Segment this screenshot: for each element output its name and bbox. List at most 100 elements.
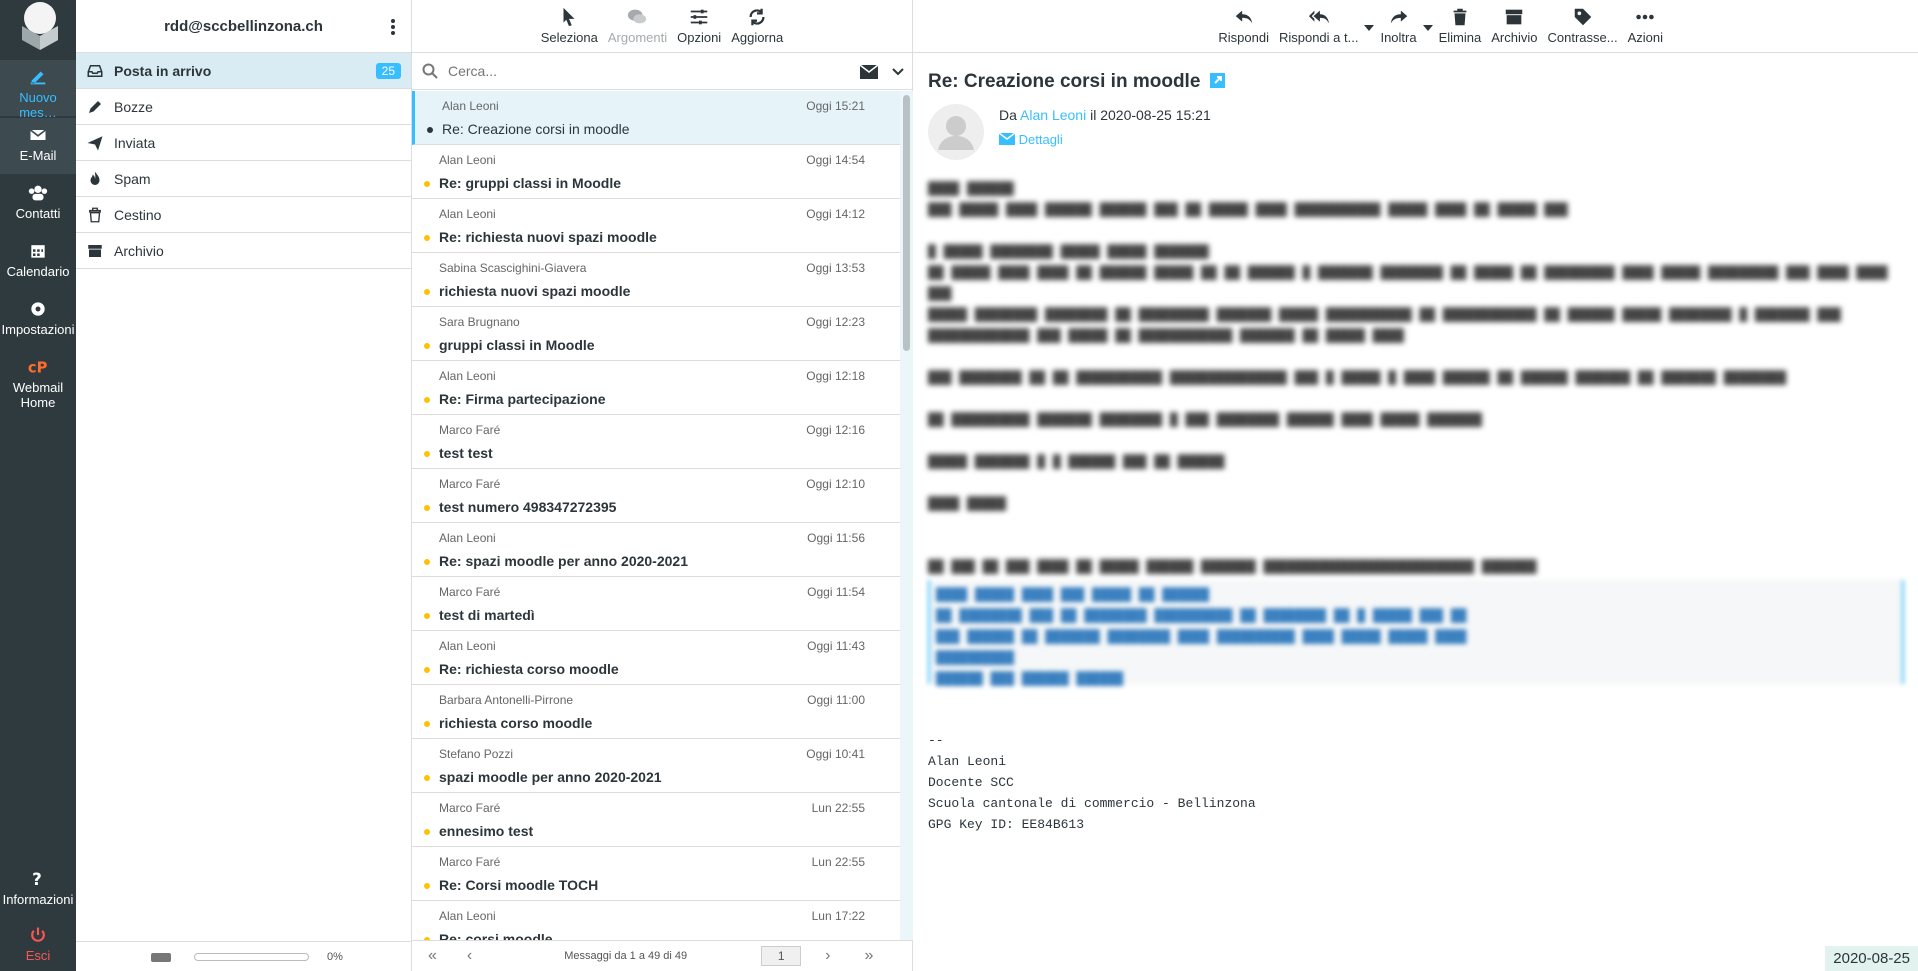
message-subject: Re: Corsi moodle TOCH [439, 877, 599, 893]
message-date: Oggi 15:21 [806, 99, 865, 113]
unread-dot-icon [427, 127, 433, 133]
options-button[interactable]: Opzioni [672, 0, 726, 53]
nav-contacts[interactable]: Contatti [0, 176, 76, 232]
message-sender: Sara Brugnano [439, 315, 520, 329]
forward-icon [1390, 10, 1407, 24]
reply-button[interactable]: Rispondi [1213, 0, 1274, 53]
message-date: Lun 22:55 [811, 855, 865, 869]
account-name: rdd@sccbellinzona.ch [164, 17, 323, 35]
archive-button[interactable]: Archivio [1486, 0, 1542, 53]
message-sender: Alan Leoni [439, 207, 496, 221]
prev-page-icon[interactable]: ‹ [467, 947, 472, 965]
message-row[interactable]: Marco Faré Oggi 11:54 test di martedì [412, 577, 900, 631]
folder-pane: rdd@sccbellinzona.ch Posta in arrivo 25 … [76, 0, 412, 971]
first-page-icon[interactable]: « [428, 947, 437, 965]
nav-settings[interactable]: Impostazioni [0, 292, 76, 348]
message-row[interactable]: Alan Leoni Oggi 14:54 Re: gruppi classi in… [412, 145, 900, 199]
nav-calendar[interactable]: Calendario [0, 234, 76, 290]
message-row[interactable]: Alan Leoni Oggi 15:21 Re: Creazione corsi … [412, 91, 900, 145]
message-sender: Alan Leoni [439, 639, 496, 653]
details-toggle[interactable]: Dettagli [998, 132, 1063, 147]
folder-label: Posta in arrivo [114, 62, 212, 79]
sender-link[interactable]: Alan Leoni [1020, 107, 1086, 123]
nav-mail[interactable]: E-Mail [0, 118, 76, 174]
unread-dot-icon [424, 613, 430, 619]
more-actions-button[interactable]: Azioni [1623, 0, 1668, 53]
unread-dot-icon [424, 829, 430, 835]
message-subject: Re: richiesta corso moodle [439, 661, 619, 677]
forward-label: Inoltra [1380, 30, 1417, 45]
power-icon [31, 927, 45, 942]
message-subject: test numero 498347272395 [439, 499, 617, 515]
unread-dot-icon [424, 721, 430, 727]
message-row[interactable]: Marco Faré Lun 22:55 ennesimo test [412, 793, 900, 847]
archive-icon [88, 244, 102, 257]
message-row[interactable]: Alan Leoni Oggi 14:12 Re: richiesta nuovi … [412, 199, 900, 253]
forward-button[interactable]: Inoltra [1375, 0, 1421, 53]
last-page-icon[interactable]: » [864, 947, 873, 965]
reply-all-dropdown[interactable] [1363, 0, 1375, 53]
user-silhouette-icon [938, 116, 974, 150]
refresh-button[interactable]: Aggiorna [726, 0, 788, 53]
caret-down-icon [1364, 25, 1375, 31]
message-sender: Marco Faré [439, 477, 501, 491]
message-date: Oggi 12:23 [806, 315, 865, 329]
folder-inbox[interactable]: Posta in arrivo 25 [76, 53, 411, 89]
search-input[interactable] [448, 63, 828, 79]
message-subject: Re: spazi moodle per anno 2020-2021 [439, 553, 688, 569]
message-row[interactable]: Alan Leoni Oggi 11:56 Re: spazi moodle per… [412, 523, 900, 577]
cpanel-icon: cP [28, 360, 48, 377]
message-row[interactable]: Marco Faré Oggi 12:16 test test [412, 415, 900, 469]
message-row[interactable]: Marco Faré Oggi 12:10 test numero 49834727… [412, 469, 900, 523]
folder-archive[interactable]: Archivio [76, 233, 411, 269]
quota-meter [194, 952, 309, 961]
logout-button[interactable]: Esci [0, 918, 76, 971]
folder-sent[interactable]: Inviata [76, 125, 411, 161]
message-row[interactable]: Alan Leoni Oggi 12:18 Re: Firma partecipaz… [412, 361, 900, 415]
message-toolbar: Rispondi Rispondi a t... Inoltra Elimina… [913, 0, 1918, 53]
message-row[interactable]: Alan Leoni Oggi 11:43 Re: richiesta corso … [412, 631, 900, 685]
nav-about[interactable]: ? Informazioni [0, 862, 76, 918]
forward-dropdown[interactable] [1422, 0, 1434, 53]
scrollbar-thumb[interactable] [903, 95, 910, 351]
folder-trash[interactable]: Cestino [76, 197, 411, 233]
compose-button[interactable]: Nuovo mes… [0, 60, 76, 120]
cursor-icon [563, 7, 575, 27]
roundcube-logo-icon[interactable] [10, 0, 66, 52]
message-row[interactable]: Alan Leoni Lun 17:22 Re: corsi moodle [412, 901, 900, 940]
message-row[interactable]: Sabina Scascighini-Giavera Oggi 13:53 rich… [412, 253, 900, 307]
folder-spam[interactable]: Spam [76, 161, 411, 197]
nav-about-label: Informazioni [2, 892, 74, 907]
next-page-icon[interactable]: › [825, 947, 830, 965]
message-sender: Alan Leoni [439, 909, 496, 923]
threads-button[interactable]: Argomenti [603, 0, 672, 53]
message-date: Oggi 11:56 [807, 531, 865, 545]
delete-button[interactable]: Elimina [1434, 0, 1487, 53]
envelope-scope-icon[interactable] [860, 65, 878, 79]
vertical-dots-icon[interactable] [383, 16, 403, 38]
message-preview-pane: Rispondi Rispondi a t... Inoltra Elimina… [913, 0, 1918, 971]
mark-button[interactable]: Contrasse... [1542, 0, 1622, 53]
message-body-redacted: ████ ██████ ███ █████ ████ ██████ ██████… [928, 181, 1888, 574]
ellipsis-icon [1636, 14, 1654, 20]
folder-drafts[interactable]: Bozze [76, 89, 411, 125]
chevron-down-icon[interactable] [892, 67, 904, 77]
message-row[interactable]: Sara Brugnano Oggi 12:23 gruppi classi in … [412, 307, 900, 361]
sliders-icon [690, 9, 708, 25]
message-row[interactable]: Stefano Pozzi Oggi 10:41 spazi moodle per … [412, 739, 900, 793]
refresh-label: Aggiorna [731, 30, 784, 45]
message-row[interactable]: Marco Faré Lun 22:55 Re: Corsi moodle TOCH [412, 847, 900, 901]
message-subject: Re: Firma partecipazione [439, 391, 606, 407]
external-link-icon[interactable] [1209, 73, 1225, 88]
message-row[interactable]: Barbara Antonelli-Pirrone Oggi 11:00 richi… [412, 685, 900, 739]
reply-all-button[interactable]: Rispondi a t... [1274, 0, 1364, 53]
list-scrollbar[interactable] [900, 91, 913, 940]
unread-dot-icon [424, 775, 430, 781]
pencil-icon [89, 100, 101, 113]
page-number-input[interactable]: 1 [761, 946, 802, 966]
message-date: Oggi 10:41 [806, 747, 865, 761]
unread-dot-icon [424, 397, 430, 403]
nav-webmail-home[interactable]: cP Webmail Home [0, 350, 76, 411]
message-sender: Marco Faré [439, 855, 501, 869]
select-button[interactable]: Seleziona [536, 0, 603, 53]
